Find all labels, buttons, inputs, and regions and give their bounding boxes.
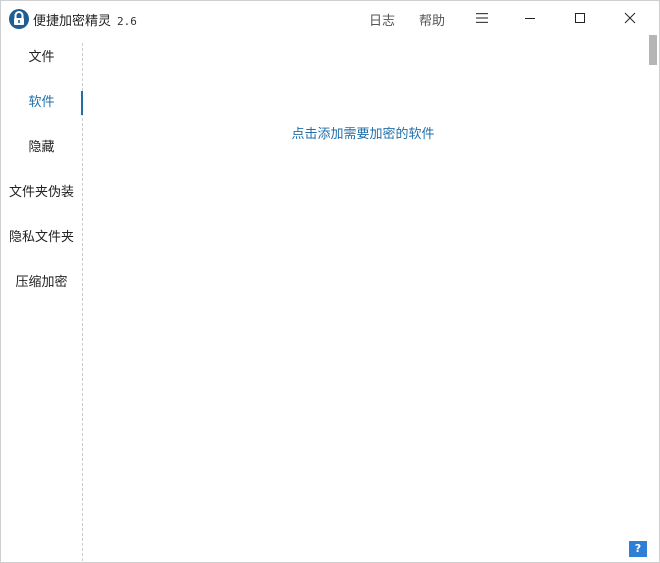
sidebar-item-software[interactable]: 软件 <box>1 88 82 118</box>
active-tab-indicator <box>81 91 83 115</box>
app-version: 2.6 <box>117 15 137 28</box>
sidebar-item-files[interactable]: 文件 <box>1 43 82 73</box>
window-title: 便捷加密精灵 2.6 <box>33 10 137 29</box>
sidebar-divider <box>82 43 83 561</box>
title-bar[interactable]: 便捷加密精灵 2.6 日志 帮助 <box>1 1 659 35</box>
add-software-link[interactable]: 点击添加需要加密的软件 <box>83 123 643 142</box>
padlock-icon <box>9 9 29 29</box>
app-window: 便捷加密精灵 2.6 日志 帮助 文件 软件 隐藏 文件夹伪装 隐私文件夹 压缩… <box>0 0 660 563</box>
sidebar-item-private-folder[interactable]: 隐私文件夹 <box>1 223 82 253</box>
hamburger-menu-icon[interactable] <box>473 11 491 25</box>
app-title: 便捷加密精灵 <box>33 14 112 29</box>
sidebar: 文件 软件 隐藏 文件夹伪装 隐私文件夹 压缩加密 <box>1 35 83 562</box>
maximize-icon <box>575 13 585 23</box>
help-question-button[interactable]: ? <box>629 541 647 557</box>
minimize-icon <box>525 18 535 19</box>
sidebar-item-compress-encrypt[interactable]: 压缩加密 <box>1 268 82 298</box>
minimize-button[interactable] <box>505 1 555 35</box>
log-button[interactable]: 日志 <box>369 10 395 29</box>
sidebar-item-folder-disguise[interactable]: 文件夹伪装 <box>1 178 82 208</box>
scroll-thumb[interactable] <box>649 35 657 65</box>
vertical-scrollbar[interactable] <box>646 35 660 562</box>
help-menu-button[interactable]: 帮助 <box>419 10 445 29</box>
maximize-button[interactable] <box>555 1 605 35</box>
close-icon <box>624 12 636 24</box>
close-button[interactable] <box>605 1 655 35</box>
sidebar-item-hide[interactable]: 隐藏 <box>1 133 82 163</box>
